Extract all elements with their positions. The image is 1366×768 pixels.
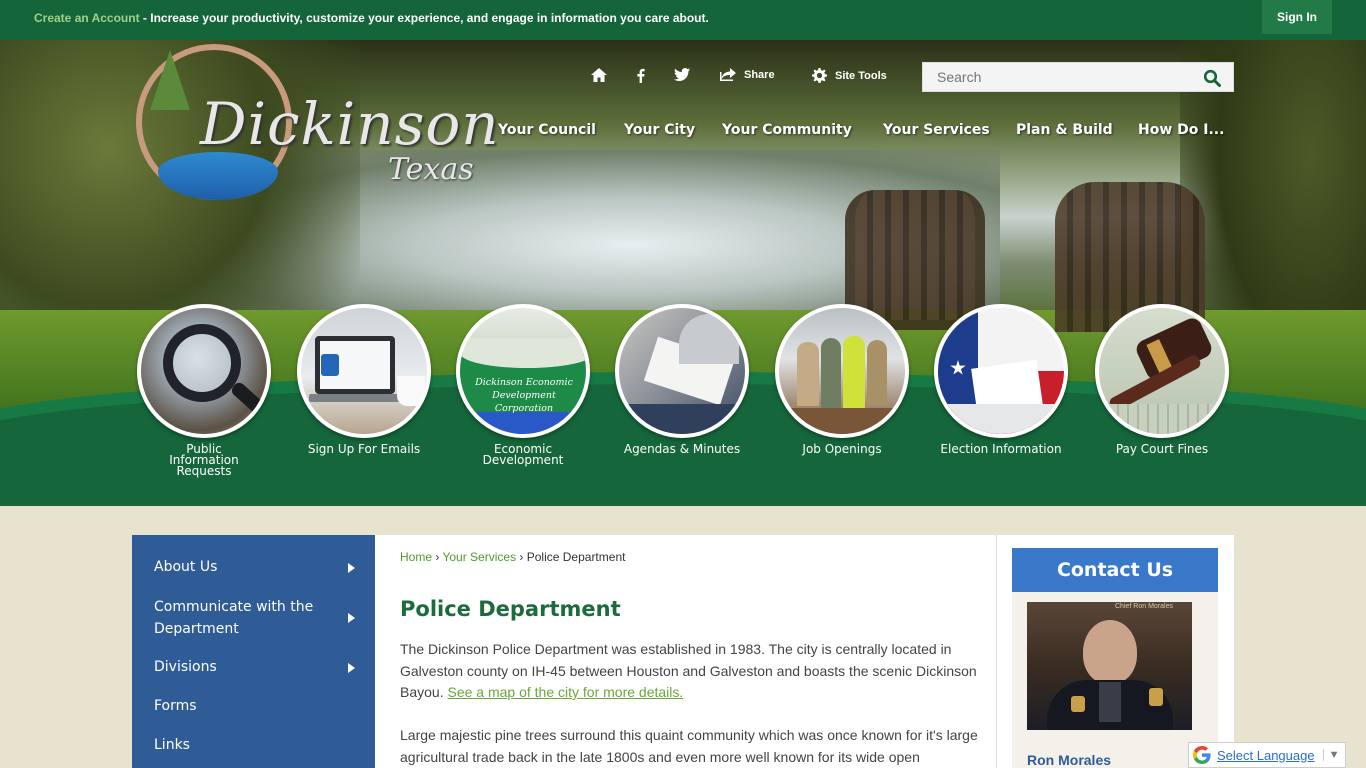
edc-badge-text: Dickinson Economic Development Corporati…: [475, 377, 573, 414]
edc-logo-badge: Dickinson Economic Development Corporati…: [456, 304, 590, 438]
google-g-icon: [1193, 746, 1211, 764]
quick-link-job-openings[interactable]: Job Openings: [774, 304, 910, 455]
create-account-link[interactable]: Create an Account: [34, 11, 140, 25]
police-chief-photo: Chief Ron Morales: [1027, 602, 1192, 730]
site-tools-button[interactable]: Site Tools: [812, 68, 887, 83]
quick-link-public-information[interactable]: Public Information Requests: [136, 304, 272, 477]
content-panel: About Us Communicate with the Department…: [132, 535, 1234, 768]
nav-plan-build[interactable]: Plan & Build: [1016, 122, 1113, 138]
quick-link-economic-development[interactable]: Dickinson Economic Development Corporati…: [455, 304, 591, 466]
breadcrumb: Home › Your Services › Police Department: [400, 550, 625, 564]
breadcrumb-current: Police Department: [526, 550, 626, 564]
breadcrumb-home[interactable]: Home: [400, 550, 432, 564]
contact-us-heading: Contact Us: [1012, 548, 1218, 592]
laptop-email-photo: [297, 304, 431, 438]
sidebar-item-about-us[interactable]: About Us: [154, 556, 217, 578]
site-tools-label: Site Tools: [835, 69, 887, 82]
quick-link-label: Agendas & Minutes: [623, 442, 741, 456]
breadcrumb-separator: ›: [516, 550, 527, 564]
gear-icon: [812, 68, 827, 83]
section-sidebar-nav: About Us Communicate with the Department…: [132, 535, 375, 768]
share-button[interactable]: Share: [720, 68, 775, 81]
search-icon[interactable]: [1203, 69, 1221, 87]
quick-link-label: Economic Development: [482, 442, 564, 467]
history-paragraph: Large majestic pine trees surround this …: [400, 727, 978, 765]
account-message: Create an Account - Increase your produc…: [34, 11, 709, 25]
logo-state-name: Texas: [388, 152, 474, 187]
search-box: [922, 62, 1234, 92]
sign-in-button[interactable]: Sign In: [1262, 0, 1332, 34]
account-bar: Create an Account - Increase your produc…: [0, 0, 1366, 40]
quick-link-label: Sign Up For Emails: [307, 442, 421, 456]
nav-your-city[interactable]: Your City: [624, 122, 695, 138]
nav-how-do-i[interactable]: How Do I...: [1138, 122, 1224, 138]
sidebar-item-communicate[interactable]: Communicate with the Department: [154, 596, 339, 640]
quick-link-sign-up-emails[interactable]: Sign Up For Emails: [296, 304, 432, 455]
logo-city-name: Dickinson: [200, 90, 500, 158]
nav-your-services[interactable]: Your Services: [883, 122, 990, 138]
contact-name[interactable]: Ron Morales: [1027, 752, 1111, 768]
twitter-icon[interactable]: [674, 68, 690, 81]
chevron-right-icon[interactable]: [348, 613, 355, 623]
city-logo[interactable]: Dickinson Texas: [136, 44, 499, 208]
quick-link-election-information[interactable]: Election Information: [933, 304, 1069, 455]
sidebar-item-links[interactable]: Links: [154, 734, 190, 756]
nav-your-council[interactable]: Your Council: [498, 122, 596, 138]
magnifying-glass-photo: [137, 304, 271, 438]
city-workers-photo: [775, 304, 909, 438]
home-icon[interactable]: [591, 68, 607, 82]
intro-paragraph: The Dickinson Police Department was esta…: [400, 639, 980, 704]
quick-link-label: Pay Court Fines: [1115, 442, 1209, 456]
contact-us-widget: Contact Us Chief Ron Morales Ron Morales: [1012, 548, 1218, 768]
quick-link-agendas-minutes[interactable]: Agendas & Minutes: [614, 304, 750, 455]
chevron-right-icon[interactable]: [348, 563, 355, 573]
texas-ballot-photo: [934, 304, 1068, 438]
quick-link-pay-court-fines[interactable]: Pay Court Fines: [1094, 304, 1230, 455]
page-title: Police Department: [400, 597, 621, 621]
search-input[interactable]: [923, 63, 1193, 91]
logo-bayou-wave-icon: [158, 152, 278, 200]
gavel-money-photo: [1095, 304, 1229, 438]
share-label: Share: [744, 68, 775, 81]
city-map-link[interactable]: See a map of the city for more details.: [447, 684, 683, 700]
quick-link-label: Election Information: [940, 442, 1062, 456]
quick-link-label: Job Openings: [802, 442, 882, 456]
account-promo-text: - Increase your productivity, customize …: [139, 11, 709, 25]
column-divider: [996, 535, 997, 768]
chevron-right-icon[interactable]: [348, 663, 355, 673]
breadcrumb-separator: ›: [432, 550, 443, 564]
quick-link-label: Public Information Requests: [169, 442, 239, 478]
facebook-icon[interactable]: [636, 68, 645, 83]
share-icon: [720, 68, 736, 81]
breadcrumb-your-services[interactable]: Your Services: [442, 550, 516, 564]
nav-your-community[interactable]: Your Community: [722, 122, 852, 138]
sidebar-item-divisions[interactable]: Divisions: [154, 656, 217, 678]
photo-caption: Chief Ron Morales: [1115, 603, 1173, 610]
reading-documents-photo: [615, 304, 749, 438]
google-translate-widget[interactable]: Select Language ▼: [1188, 742, 1346, 768]
select-language-dropdown[interactable]: Select Language: [1217, 748, 1315, 763]
sidebar-item-forms[interactable]: Forms: [154, 695, 197, 717]
dropdown-arrow-icon[interactable]: ▼: [1322, 749, 1339, 761]
